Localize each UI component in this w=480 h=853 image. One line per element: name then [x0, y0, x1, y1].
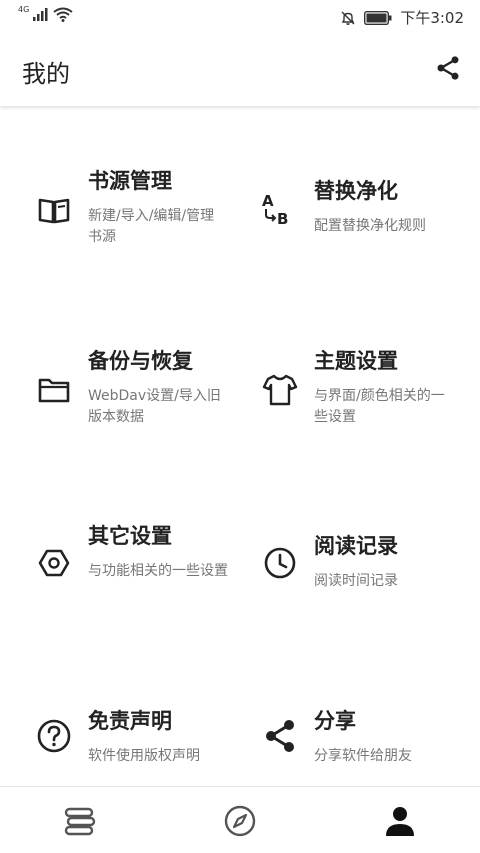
person-icon[interactable]	[382, 803, 418, 839]
clock-icon	[264, 547, 296, 579]
wifi-icon	[53, 7, 73, 22]
book-open-icon	[38, 198, 70, 224]
menu-item-theme[interactable]: 主题设置 与界面/颜色相关的一些设置	[240, 286, 480, 456]
menu-item-desc: 新建/导入/编辑/管理书源	[88, 208, 215, 245]
menu-item-desc: 与功能相关的一些设置	[88, 563, 228, 579]
network-type: 4G	[18, 4, 30, 14]
signal-icon	[33, 8, 48, 21]
menu-item-text: 阅读记录 阅读时间记录	[314, 531, 454, 592]
menu-item-title: 替换净化	[314, 179, 398, 203]
menu-item-desc: 配置替换净化规则	[314, 218, 426, 234]
menu-item-text: 备份与恢复 WebDav设置/导入旧版本数据	[88, 346, 228, 428]
share-icon	[266, 720, 294, 752]
tshirt-icon	[262, 374, 298, 406]
menu-item-desc: WebDav设置/导入旧版本数据	[88, 388, 221, 425]
menu-item-text: 其它设置 与功能相关的一些设置	[88, 521, 228, 582]
status-left: 4G	[18, 4, 73, 22]
menu-item-title: 分享	[314, 709, 356, 733]
svg-text:B: B	[277, 210, 288, 228]
share-icon[interactable]	[434, 54, 462, 82]
menu-item-title: 主题设置	[314, 349, 398, 373]
app-bar: 我的	[0, 32, 480, 106]
menu-grid: 书源管理 新建/导入/编辑/管理书源 A B 替换净化 配置替换净化规则 备份与…	[0, 106, 480, 786]
status-right: 下午3:02	[340, 7, 464, 28]
menu-item-other-settings[interactable]: 其它设置 与功能相关的一些设置	[0, 461, 240, 631]
menu-item-desc: 软件使用版权声明	[88, 748, 200, 764]
menu-item-title: 备份与恢复	[88, 349, 193, 373]
menu-item-text: 替换净化 配置替换净化规则	[314, 176, 454, 237]
svg-text:A: A	[262, 192, 274, 210]
menu-item-replace[interactable]: A B 替换净化 配置替换净化规则	[240, 106, 480, 276]
bottom-navigation	[0, 786, 480, 853]
battery-icon	[364, 10, 392, 25]
bell-off-icon	[341, 11, 355, 25]
text-replace-icon: A B	[262, 192, 288, 228]
menu-item-title: 书源管理	[88, 169, 172, 193]
menu-item-desc: 与界面/颜色相关的一些设置	[314, 388, 445, 425]
menu-item-reading-record[interactable]: 阅读记录 阅读时间记录	[240, 461, 480, 631]
menu-item-title: 免责声明	[88, 709, 172, 733]
status-bar: 4G 下午3:02	[0, 0, 480, 32]
menu-item-backup[interactable]: 备份与恢复 WebDav设置/导入旧版本数据	[0, 286, 240, 456]
page-title: 我的	[22, 60, 70, 88]
bookshelf-icon[interactable]	[62, 803, 98, 839]
help-circle-icon	[37, 719, 71, 753]
menu-item-desc: 阅读时间记录	[314, 573, 398, 589]
menu-item-text: 书源管理 新建/导入/编辑/管理书源	[88, 166, 228, 248]
menu-item-title: 其它设置	[88, 524, 172, 548]
menu-item-text: 免责声明 软件使用版权声明	[88, 706, 228, 767]
clock-time: 下午3:02	[400, 9, 464, 27]
menu-item-text: 主题设置 与界面/颜色相关的一些设置	[314, 346, 454, 428]
menu-item-text: 分享 分享软件给朋友	[314, 706, 454, 767]
hexagon-settings-icon	[38, 549, 70, 577]
compass-icon[interactable]	[222, 803, 258, 839]
menu-item-book-source[interactable]: 书源管理 新建/导入/编辑/管理书源	[0, 106, 240, 276]
folder-icon	[38, 378, 70, 403]
menu-item-desc: 分享软件给朋友	[314, 748, 412, 764]
menu-item-title: 阅读记录	[314, 534, 398, 558]
